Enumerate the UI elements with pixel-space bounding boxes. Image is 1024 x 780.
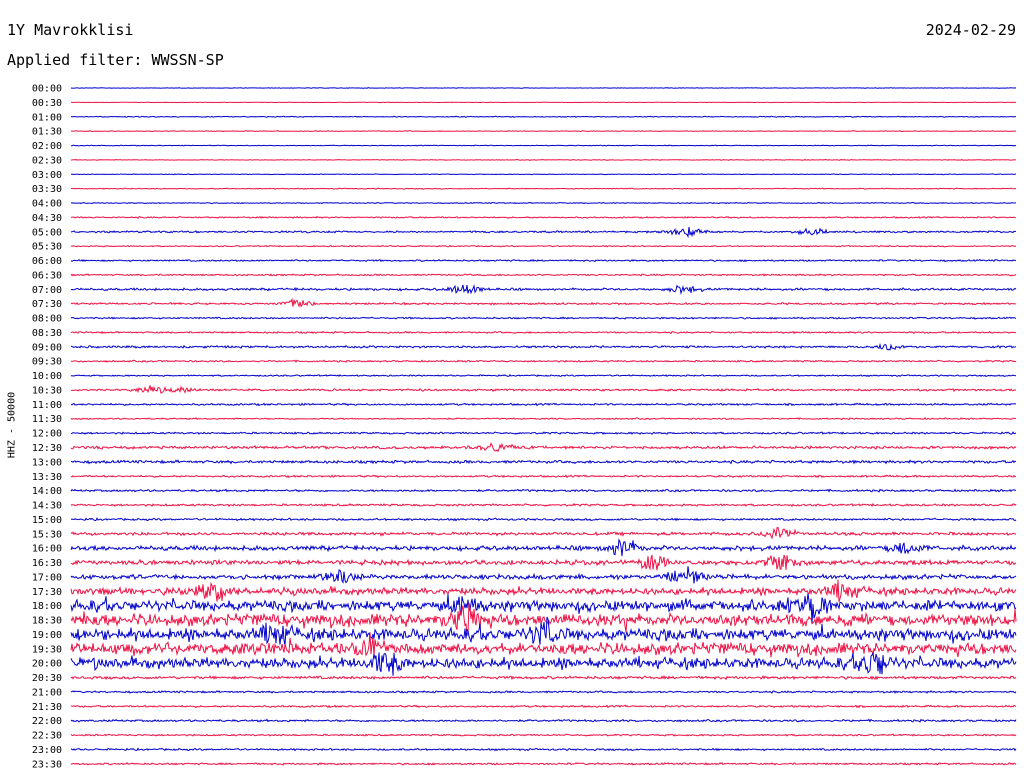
trace-line — [70, 474, 1017, 479]
traces — [70, 87, 1017, 766]
row-label: 05:30 — [32, 242, 62, 253]
trace-line — [70, 130, 1016, 133]
trace-line — [70, 442, 1017, 453]
trace-line — [70, 297, 1017, 308]
row-label: 03:30 — [32, 184, 62, 195]
row-label: 04:00 — [32, 199, 62, 210]
row-label: 02:30 — [32, 155, 62, 166]
row-label: 20:30 — [32, 673, 62, 684]
row-label: 21:00 — [32, 687, 62, 698]
row-label: 13:00 — [32, 457, 62, 468]
row-label: 12:30 — [32, 443, 62, 454]
row-label: 17:00 — [32, 572, 62, 583]
trace-line — [70, 201, 1017, 205]
row-label: 22:00 — [32, 716, 62, 727]
row-label: 01:00 — [32, 112, 62, 123]
row-label: 10:00 — [32, 371, 62, 382]
trace-line — [70, 704, 1017, 709]
trace-line — [70, 762, 1017, 766]
row-label: 23:00 — [32, 745, 62, 756]
row-label: 12:00 — [32, 429, 62, 440]
trace-line — [70, 566, 1017, 584]
trace-line — [70, 316, 1017, 320]
row-label: 00:00 — [32, 84, 62, 95]
row-label: 18:30 — [32, 616, 62, 627]
trace-line — [70, 517, 1017, 522]
trace-line — [71, 158, 1017, 161]
row-label: 16:30 — [32, 558, 62, 569]
trace-line — [70, 718, 1017, 723]
row-label: 06:30 — [32, 270, 62, 281]
trace-line — [70, 632, 1017, 658]
row-label: 03:00 — [32, 170, 62, 181]
row-label: 11:00 — [32, 400, 62, 411]
trace-line — [70, 244, 1017, 248]
trace-line — [70, 330, 1017, 335]
row-label: 06:00 — [32, 256, 62, 267]
trace-line — [70, 173, 1017, 176]
trace-line — [70, 115, 1016, 118]
row-label: 23:30 — [32, 759, 62, 770]
row-label: 10:30 — [32, 385, 62, 396]
row-label: 01:30 — [32, 127, 62, 138]
trace-line — [70, 284, 1017, 295]
row-label: 09:00 — [32, 342, 62, 353]
trace-line — [70, 651, 1017, 676]
row-label: 14:30 — [32, 501, 62, 512]
row-label: 16:00 — [32, 544, 62, 555]
trace-line — [70, 187, 1017, 190]
trace-line — [70, 226, 1017, 239]
row-label: 14:00 — [32, 486, 62, 497]
row-label: 05:00 — [32, 227, 62, 238]
row-label: 19:30 — [32, 644, 62, 655]
row-label: 00:30 — [32, 98, 62, 109]
row-label: 18:00 — [32, 601, 62, 612]
trace-line — [70, 488, 1017, 493]
row-label: 08:30 — [32, 328, 62, 339]
trace-line — [70, 385, 1017, 394]
row-label: 20:00 — [32, 659, 62, 670]
row-label: 19:00 — [32, 630, 62, 641]
row-label: 07:00 — [32, 285, 62, 296]
trace-line — [70, 747, 1017, 752]
row-label: 07:30 — [32, 299, 62, 310]
row-label: 15:00 — [32, 515, 62, 526]
trace-line — [70, 87, 1017, 89]
trace-line — [71, 101, 1016, 104]
trace-line — [70, 359, 1017, 363]
trace-line — [70, 258, 1016, 263]
trace-line — [70, 273, 1017, 277]
row-label: 04:30 — [32, 213, 62, 224]
trace-line — [70, 554, 1016, 571]
trace-line — [70, 459, 1017, 465]
trace-line — [70, 674, 1017, 681]
row-label: 21:30 — [32, 702, 62, 713]
trace-line — [70, 402, 1017, 407]
trace-line — [70, 342, 1017, 351]
trace-line — [70, 502, 1017, 508]
row-label: 11:30 — [32, 414, 62, 425]
trace-line — [70, 593, 1017, 624]
trace-line — [70, 690, 1017, 694]
row-labels: 00:00 00:30 01:00 01:30 02:00 02:30 03:00 03:30… — [32, 84, 62, 771]
helicorder-plot: 00:00 00:30 01:00 01:30 02:00 02:30 03:00 03:30… — [32, 84, 1017, 771]
row-label: 13:30 — [32, 472, 62, 483]
trace-line — [70, 733, 1017, 737]
row-label: 08:00 — [32, 314, 62, 325]
row-label: 17:30 — [32, 587, 62, 598]
trace-line — [70, 527, 1016, 540]
row-label: 02:00 — [32, 141, 62, 152]
trace-line — [70, 431, 1017, 435]
trace-line — [70, 373, 1017, 378]
trace-line — [70, 579, 1017, 602]
row-label: 22:30 — [32, 731, 62, 742]
trace-line — [71, 144, 1017, 147]
trace-line — [70, 538, 1017, 557]
row-label: 09:30 — [32, 357, 62, 368]
trace-line — [71, 215, 1017, 219]
row-label: 15:30 — [32, 529, 62, 540]
trace-line — [70, 417, 1017, 421]
